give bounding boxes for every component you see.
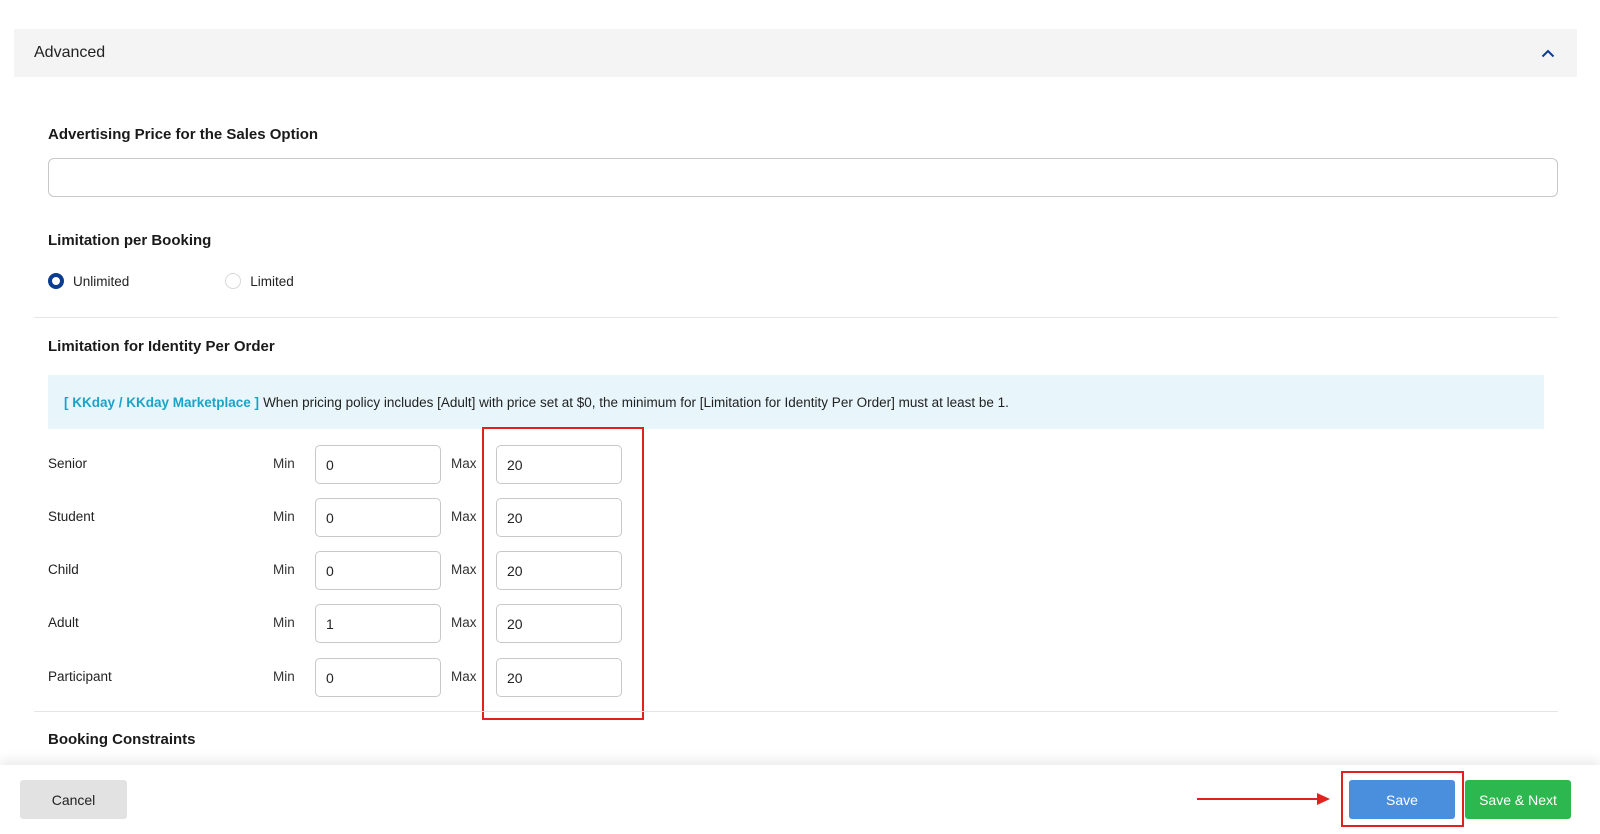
notice-banner: [ KKday / KKday Marketplace ] When prici… (48, 375, 1544, 429)
min-input[interactable] (315, 551, 441, 590)
notice-tag: [ KKday / KKday Marketplace ] (64, 394, 260, 410)
min-label: Min (273, 562, 295, 577)
identity-name: Senior (48, 456, 88, 471)
radio-unlimited[interactable]: Unlimited (48, 273, 129, 289)
identity-limitation-label: Limitation for Identity Per Order (48, 338, 275, 355)
divider (34, 317, 1558, 318)
chevron-up-icon[interactable] (1539, 44, 1557, 62)
save-and-next-button[interactable]: Save & Next (1465, 780, 1571, 819)
min-input[interactable] (315, 445, 441, 484)
min-label: Min (273, 615, 295, 630)
radio-limited-label: Limited (250, 273, 294, 289)
radio-limited-indicator[interactable] (225, 273, 242, 289)
booking-constraints-label: Booking Constraints (48, 731, 196, 748)
radio-unlimited-indicator[interactable] (48, 273, 64, 289)
arrow-right-icon (1197, 793, 1330, 805)
max-label: Max (451, 509, 477, 524)
min-label: Min (273, 669, 295, 684)
notice-text: When pricing policy includes [Adult] wit… (263, 394, 1009, 410)
divider (34, 711, 1558, 712)
min-label: Min (273, 456, 295, 471)
limitation-per-booking-label: Limitation per Booking (48, 232, 212, 249)
min-input[interactable] (315, 658, 441, 697)
max-label: Max (451, 615, 477, 630)
max-label: Max (451, 669, 477, 684)
min-input[interactable] (315, 604, 441, 643)
max-column-highlight (482, 427, 644, 720)
limitation-per-booking-radio-group: Unlimited Limited (48, 273, 294, 289)
advertising-price-input[interactable] (48, 158, 1558, 197)
save-button-highlight (1341, 771, 1464, 827)
min-label: Min (273, 509, 295, 524)
advertising-price-label: Advertising Price for the Sales Option (48, 126, 319, 143)
identity-name: Adult (48, 615, 79, 630)
identity-name: Participant (48, 669, 112, 684)
max-label: Max (451, 562, 477, 577)
min-input[interactable] (315, 498, 441, 537)
advanced-section-header[interactable]: Advanced (14, 29, 1577, 77)
cancel-button[interactable]: Cancel (20, 780, 127, 819)
section-title: Advanced (34, 44, 106, 61)
max-label: Max (451, 456, 477, 471)
radio-limited[interactable]: Limited (225, 273, 294, 289)
identity-name: Student (48, 509, 95, 524)
identity-name: Child (48, 562, 79, 577)
radio-unlimited-label: Unlimited (73, 273, 130, 289)
